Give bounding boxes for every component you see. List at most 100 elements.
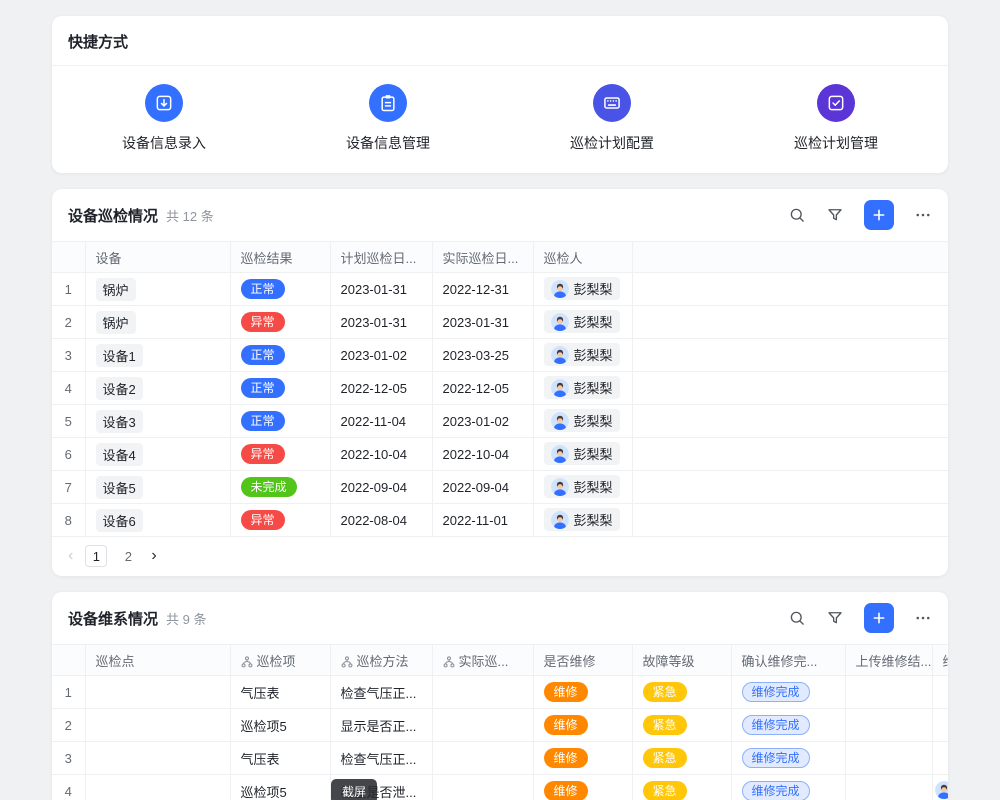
planned-date-cell[interactable]: 2022-10-04 — [330, 438, 432, 471]
column-header[interactable]: 故障等级 — [632, 645, 731, 676]
result-cell[interactable]: 异常 — [230, 306, 330, 339]
maintenance-row[interactable]: 2巡检项5显示是否正...维修紧急维修完成 — [52, 709, 948, 742]
column-header[interactable]: 巡检方法 — [330, 645, 432, 676]
actual-date-cell[interactable]: 2022-09-04 — [432, 471, 533, 504]
column-header[interactable]: 维 — [932, 645, 948, 676]
inspection-row[interactable]: 3设备1正常2023-01-022023-03-25彭梨梨 — [52, 339, 948, 372]
item-cell[interactable]: 巡检项5 — [230, 775, 330, 800]
inspector-cell[interactable]: 彭梨梨 — [533, 339, 632, 372]
inspection-row[interactable]: 8设备6异常2022-08-042022-11-01彭梨梨 — [52, 504, 948, 537]
inspection-row[interactable]: 1锅炉正常2023-01-312022-12-31彭梨梨 — [52, 273, 948, 306]
inspection-row[interactable]: 7设备5未完成2022-09-042022-09-04彭梨梨 — [52, 471, 948, 504]
repair-cell[interactable]: 维修 — [533, 676, 632, 709]
item-cell[interactable]: 巡检项5 — [230, 709, 330, 742]
point-cell[interactable] — [85, 676, 230, 709]
repairer-cell[interactable] — [932, 742, 948, 775]
result-cell[interactable]: 正常 — [230, 339, 330, 372]
column-header[interactable]: 是否维修 — [533, 645, 632, 676]
result-cell[interactable]: 异常 — [230, 438, 330, 471]
actual-cell[interactable] — [432, 676, 533, 709]
result-cell[interactable]: 异常 — [230, 504, 330, 537]
shortcut-4[interactable]: 巡检计划管理 — [724, 84, 948, 153]
confirm-cell[interactable]: 维修完成 — [731, 676, 845, 709]
column-header[interactable]: 巡检人 — [533, 242, 632, 273]
actual-date-cell[interactable]: 2022-10-04 — [432, 438, 533, 471]
method-cell[interactable]: 检查气压正... — [330, 742, 432, 775]
device-cell[interactable]: 锅炉 — [85, 306, 230, 339]
repairer-cell[interactable] — [932, 709, 948, 742]
maintenance-row[interactable]: 1气压表检查气压正...维修紧急维修完成 — [52, 676, 948, 709]
inspection-row[interactable]: 2锅炉异常2023-01-312023-01-31彭梨梨 — [52, 306, 948, 339]
confirm-cell[interactable]: 维修完成 — [731, 742, 845, 775]
actual-cell[interactable] — [432, 742, 533, 775]
method-cell[interactable]: 显示是否正... — [330, 709, 432, 742]
planned-date-cell[interactable]: 2022-12-05 — [330, 372, 432, 405]
item-cell[interactable]: 气压表 — [230, 676, 330, 709]
device-cell[interactable]: 设备2 — [85, 372, 230, 405]
column-header[interactable]: 确认维修完... — [731, 645, 845, 676]
repair-cell[interactable]: 维修 — [533, 775, 632, 800]
inspector-cell[interactable]: 彭梨梨 — [533, 405, 632, 438]
column-header[interactable]: 巡检项 — [230, 645, 330, 676]
column-header[interactable]: 巡检结果 — [230, 242, 330, 273]
device-cell[interactable]: 设备6 — [85, 504, 230, 537]
result-cell[interactable]: 正常 — [230, 372, 330, 405]
inspection-row[interactable]: 6设备4异常2022-10-042022-10-04彭梨梨 — [52, 438, 948, 471]
planned-date-cell[interactable]: 2023-01-31 — [330, 306, 432, 339]
repair-cell[interactable]: 维修 — [533, 742, 632, 775]
planned-date-cell[interactable]: 2023-01-02 — [330, 339, 432, 372]
inspector-cell[interactable]: 彭梨梨 — [533, 273, 632, 306]
point-cell[interactable] — [85, 775, 230, 800]
more-icon[interactable] — [914, 609, 932, 627]
planned-date-cell[interactable]: 2023-01-31 — [330, 273, 432, 306]
level-cell[interactable]: 紧急 — [632, 775, 731, 800]
column-header[interactable]: 巡检点 — [85, 645, 230, 676]
upload-cell[interactable] — [845, 742, 932, 775]
maintenance-row[interactable]: 3气压表检查气压正...维修紧急维修完成 — [52, 742, 948, 775]
shortcut-1[interactable]: 设备信息录入 — [52, 84, 276, 153]
add-record-button[interactable] — [864, 603, 894, 633]
inspector-cell[interactable]: 彭梨梨 — [533, 504, 632, 537]
result-cell[interactable]: 正常 — [230, 405, 330, 438]
filter-icon[interactable] — [826, 609, 844, 627]
upload-cell[interactable] — [845, 676, 932, 709]
point-cell[interactable] — [85, 742, 230, 775]
column-header[interactable]: 实际巡检日... — [432, 242, 533, 273]
actual-date-cell[interactable]: 2022-12-05 — [432, 372, 533, 405]
page-button-1[interactable]: 1 — [85, 545, 107, 567]
search-icon[interactable] — [788, 206, 806, 224]
planned-date-cell[interactable]: 2022-09-04 — [330, 471, 432, 504]
upload-cell[interactable] — [845, 775, 932, 800]
prev-page-button[interactable]: ‹ — [68, 548, 73, 564]
device-cell[interactable]: 设备3 — [85, 405, 230, 438]
add-record-button[interactable] — [864, 200, 894, 230]
repair-cell[interactable]: 维修 — [533, 709, 632, 742]
repairer-cell[interactable] — [932, 676, 948, 709]
device-cell[interactable]: 锅炉 — [85, 273, 230, 306]
planned-date-cell[interactable]: 2022-11-04 — [330, 405, 432, 438]
shortcut-3[interactable]: 巡检计划配置 — [500, 84, 724, 153]
column-header[interactable]: 设备 — [85, 242, 230, 273]
next-page-button[interactable]: › — [151, 548, 156, 564]
repairer-cell[interactable] — [932, 775, 948, 800]
search-icon[interactable] — [788, 609, 806, 627]
inspection-row[interactable]: 4设备2正常2022-12-052022-12-05彭梨梨 — [52, 372, 948, 405]
actual-date-cell[interactable]: 2023-01-31 — [432, 306, 533, 339]
column-header[interactable]: 上传维修结... — [845, 645, 932, 676]
more-icon[interactable] — [914, 206, 932, 224]
item-cell[interactable]: 气压表 — [230, 742, 330, 775]
confirm-cell[interactable]: 维修完成 — [731, 709, 845, 742]
level-cell[interactable]: 紧急 — [632, 676, 731, 709]
inspector-cell[interactable]: 彭梨梨 — [533, 471, 632, 504]
device-cell[interactable]: 设备4 — [85, 438, 230, 471]
upload-cell[interactable] — [845, 709, 932, 742]
result-cell[interactable]: 正常 — [230, 273, 330, 306]
shortcut-2[interactable]: 设备信息管理 — [276, 84, 500, 153]
level-cell[interactable]: 紧急 — [632, 742, 731, 775]
level-cell[interactable]: 紧急 — [632, 709, 731, 742]
inspector-cell[interactable]: 彭梨梨 — [533, 438, 632, 471]
method-cell[interactable]: 检查气压正... — [330, 676, 432, 709]
actual-date-cell[interactable]: 2023-01-02 — [432, 405, 533, 438]
page-button-2[interactable]: 2 — [117, 545, 139, 567]
confirm-cell[interactable]: 维修完成 — [731, 775, 845, 800]
